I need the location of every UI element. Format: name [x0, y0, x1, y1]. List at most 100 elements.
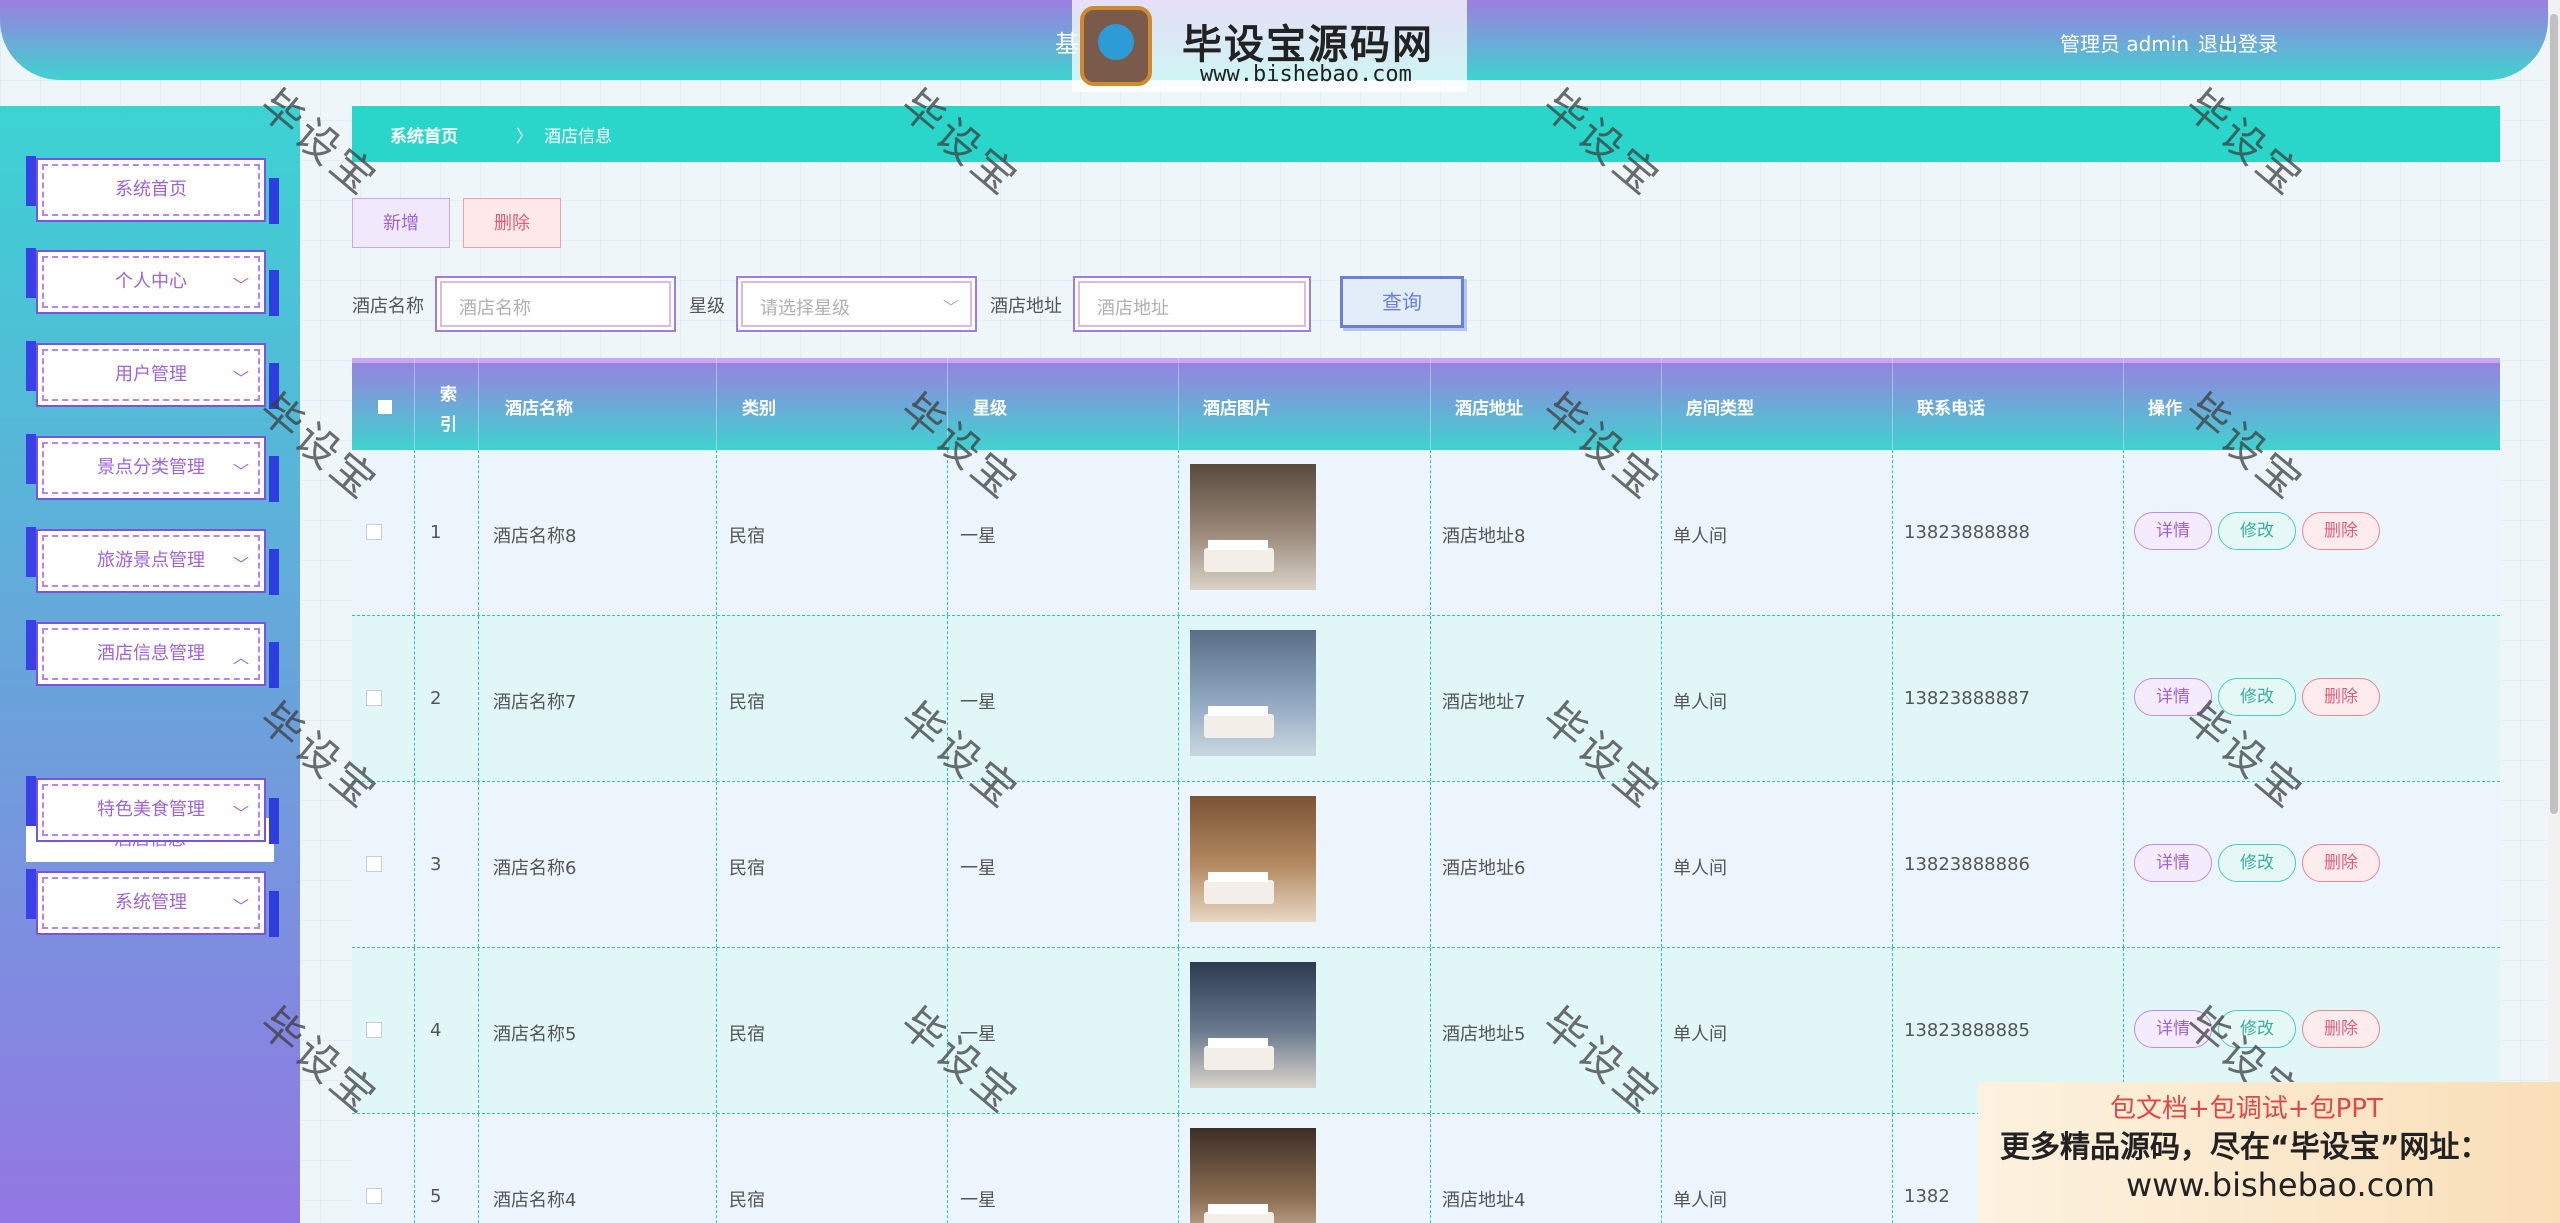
delete-button[interactable]: 删除 [2302, 844, 2380, 882]
hotel-address-placeholder: 酒店地址 [1097, 298, 1169, 319]
promo-line-1: 包文档+包调试+包PPT [2110, 1094, 2383, 1124]
detail-button[interactable]: 详情 [2134, 1010, 2212, 1048]
promo-banner: 包文档+包调试+包PPT 更多精品源码，尽在“毕设宝”网址： www.bishe… [1978, 1082, 2560, 1223]
hotel-address-input[interactable]: 酒店地址 [1073, 276, 1311, 332]
sidebar: 系统首页 个人中心 ﹀ 用户管理 ﹀ 景点分类管理 ﹀ 旅游景点管理 ﹀ 酒店信… [0, 106, 300, 1223]
edit-button[interactable]: 修改 [2218, 844, 2296, 882]
logout-link[interactable]: 退出登录 [2198, 28, 2278, 57]
chevron-down-icon: ﹀ [232, 804, 249, 823]
cell-phone: 1382 [1904, 1186, 1950, 1207]
breadcrumb-home[interactable]: 系统首页 [390, 122, 458, 147]
table-row: 3 酒店名称6 民宿 一星 酒店地址6 单人间 13823888886 详情 修… [352, 782, 2500, 948]
th-category: 类别 [742, 399, 776, 419]
cell-star: 一星 [960, 1024, 996, 1045]
th-room-type: 房间类型 [1686, 399, 1754, 419]
cell-address: 酒店地址6 [1442, 858, 1526, 879]
th-star: 星级 [973, 399, 1007, 419]
row-checkbox[interactable] [366, 690, 382, 706]
sidebar-item-label: 用户管理 [115, 364, 187, 385]
sidebar-item-system[interactable]: 系统管理 ﹀ [26, 869, 279, 937]
cell-address: 酒店地址4 [1442, 1190, 1526, 1211]
delete-button[interactable]: 删除 [2302, 1010, 2380, 1048]
row-checkbox[interactable] [366, 1188, 382, 1204]
sidebar-item-hotel-info[interactable]: 酒店信息管理 ︿ [26, 620, 279, 688]
chevron-up-icon: ︿ [232, 648, 249, 667]
delete-button[interactable]: 删除 [2302, 678, 2380, 716]
cell-address: 酒店地址8 [1442, 526, 1526, 547]
cell-room-type: 单人间 [1673, 1190, 1727, 1211]
cell-room-type: 单人间 [1673, 858, 1727, 879]
hotel-photo [1190, 962, 1316, 1088]
cell-index: 1 [430, 522, 442, 543]
table-row: 2 酒店名称7 民宿 一星 酒店地址7 单人间 13823888887 详情 修… [352, 616, 2500, 782]
detail-button[interactable]: 详情 [2134, 512, 2212, 550]
cell-address: 酒店地址5 [1442, 1024, 1526, 1045]
cell-room-type: 单人间 [1673, 526, 1727, 547]
th-ops: 操作 [2148, 399, 2182, 419]
chevron-down-icon: ﹀ [232, 462, 249, 481]
sidebar-item-home[interactable]: 系统首页 [26, 156, 279, 224]
cell-category: 民宿 [729, 858, 765, 879]
sidebar-item-users[interactable]: 用户管理 ﹀ [26, 341, 279, 409]
hotel-photo [1190, 630, 1316, 756]
row-checkbox[interactable] [366, 856, 382, 872]
sidebar-item-label: 景点分类管理 [97, 457, 205, 478]
cell-star: 一星 [960, 526, 996, 547]
current-user: 管理员 admin [2060, 32, 2190, 56]
row-checkbox[interactable] [366, 1022, 382, 1038]
add-button[interactable]: 新增 [352, 198, 450, 248]
detail-button[interactable]: 详情 [2134, 844, 2212, 882]
breadcrumb-current: 酒店信息 [544, 127, 612, 147]
promo-line-3: www.bishebao.com [2126, 1166, 2436, 1204]
hotel-name-input[interactable]: 酒店名称 [435, 276, 676, 332]
hotel-photo [1190, 796, 1316, 922]
sidebar-item-profile[interactable]: 个人中心 ﹀ [26, 248, 279, 316]
batch-delete-button[interactable]: 删除 [463, 198, 561, 248]
delete-button[interactable]: 删除 [2302, 512, 2380, 550]
cell-name: 酒店名称7 [493, 692, 577, 713]
cell-category: 民宿 [729, 1024, 765, 1045]
th-index: 索引 [440, 385, 457, 435]
row-checkbox[interactable] [366, 524, 382, 540]
sidebar-item-label: 个人中心 [115, 271, 187, 292]
cell-address: 酒店地址7 [1442, 692, 1526, 713]
cell-room-type: 单人间 [1673, 692, 1727, 713]
th-image: 酒店图片 [1203, 399, 1271, 419]
chevron-down-icon: ﹀ [232, 555, 249, 574]
sidebar-item-scenic-spots[interactable]: 旅游景点管理 ﹀ [26, 527, 279, 595]
breadcrumb: 系统首页 〉 酒店信息 [352, 106, 2500, 162]
logo-badge-icon [1080, 6, 1152, 86]
detail-button[interactable]: 详情 [2134, 678, 2212, 716]
sidebar-item-label: 系统管理 [115, 892, 187, 913]
chevron-down-icon: ﹀ [232, 276, 249, 295]
sidebar-item-label: 特色美食管理 [97, 799, 205, 820]
promo-line-2: 更多精品源码，尽在“毕设宝”网址： [2000, 1130, 2490, 1165]
cell-name: 酒店名称5 [493, 1024, 577, 1045]
query-button[interactable]: 查询 [1340, 276, 1464, 328]
hotel-photo [1190, 1128, 1316, 1223]
sidebar-item-label: 酒店信息管理 [97, 643, 205, 664]
cell-phone: 13823888887 [1904, 688, 2030, 709]
star-placeholder: 请选择星级 [760, 298, 850, 319]
hotel-address-label: 酒店地址 [990, 296, 1062, 317]
edit-button[interactable]: 修改 [2218, 512, 2296, 550]
edit-button[interactable]: 修改 [2218, 1010, 2296, 1048]
cell-phone: 13823888886 [1904, 854, 2030, 875]
breadcrumb-separator: 〉 [516, 127, 533, 147]
cell-category: 民宿 [729, 692, 765, 713]
star-select[interactable]: 请选择星级 ﹀ [736, 276, 977, 332]
sidebar-item-scenic-category[interactable]: 景点分类管理 ﹀ [26, 434, 279, 502]
select-all-checkbox[interactable] [378, 400, 392, 414]
edit-button[interactable]: 修改 [2218, 678, 2296, 716]
chevron-down-icon: ﹀ [232, 897, 249, 916]
sidebar-item-local-food[interactable]: 特色美食管理 ﹀ [26, 776, 279, 844]
cell-star: 一星 [960, 1190, 996, 1211]
table-row: 1 酒店名称8 民宿 一星 酒店地址8 单人间 13823888888 详情 修… [352, 450, 2500, 616]
cell-name: 酒店名称4 [493, 1190, 577, 1211]
th-phone: 联系电话 [1917, 399, 1985, 419]
hotel-name-label: 酒店名称 [352, 296, 424, 317]
table-header: 索引 酒店名称 类别 星级 酒店图片 酒店地址 房间类型 联系电话 操作 [352, 358, 2500, 450]
cell-index: 5 [430, 1186, 442, 1207]
page-scrollbar[interactable] [2548, 0, 2560, 1223]
cell-phone: 13823888885 [1904, 1020, 2030, 1041]
